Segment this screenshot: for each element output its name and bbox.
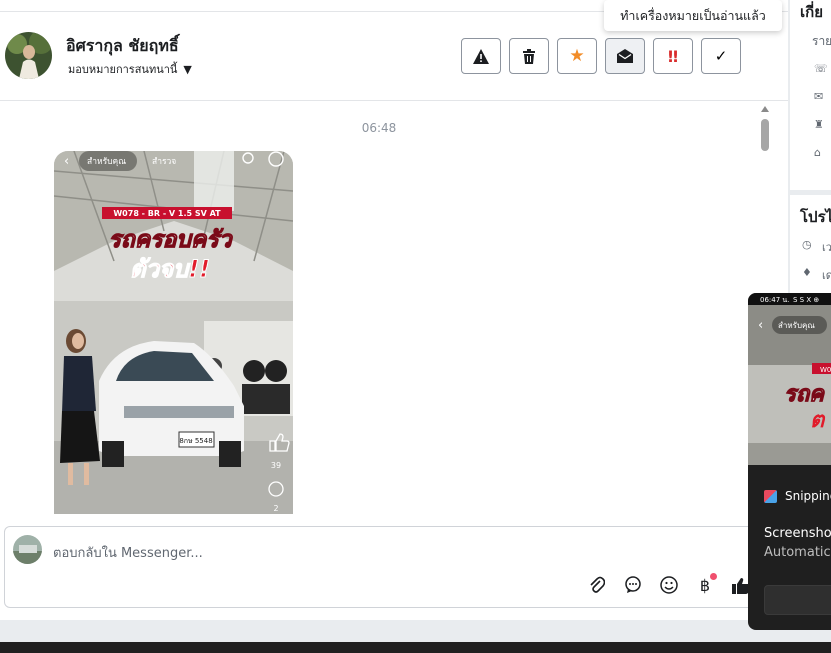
message-timestamp: 06:48	[361, 121, 397, 135]
home-icon: ⌂	[814, 146, 821, 159]
notif-status-time: 06:47 น.	[760, 296, 789, 304]
like-count: 39	[271, 461, 281, 470]
paperclip-icon[interactable]	[585, 573, 609, 597]
baht-icon[interactable]: ฿	[693, 573, 717, 597]
scroll-up-icon[interactable]	[761, 106, 769, 112]
video-tab-explore: สำรวจ	[152, 157, 176, 167]
clock-icon: ◷	[802, 238, 812, 251]
contact-info-panel: เกี่ย ราย ☏ ✉ ♜ ⌂	[790, 0, 831, 190]
video-banner: W078 - BR - V 1.5 SV AT	[113, 209, 221, 218]
notif-status-icons: S S X ⊕	[793, 296, 819, 304]
video-thumbnail[interactable]: 8กษ 5548 ‹ สำหรับคุณ สำรวจ W078 - BR - V…	[54, 151, 293, 514]
snipping-tool-icon	[764, 489, 777, 503]
profile-row-1: เว	[822, 241, 831, 254]
notif-video-tab: สำหรับคุณ	[778, 321, 815, 330]
svg-text:‹: ‹	[758, 318, 763, 333]
page-avatar	[13, 535, 42, 564]
reply-composer: ตอบกลับใน Messenger... ฿	[4, 526, 779, 608]
notif-video-text-1: รถค	[784, 382, 825, 407]
notification-dot	[710, 573, 717, 580]
conversation-header	[0, 12, 788, 101]
scroll-thumb[interactable]	[761, 119, 769, 151]
mail-icon: ✉	[814, 90, 824, 103]
notif-video-text-2: ต	[810, 408, 826, 433]
notif-video-banner: W0	[820, 366, 831, 374]
notification-title: Screenshot	[764, 526, 831, 541]
page: อิศรากุล ชัยฤทธิ์ มอบหมายการสนทนานี้ ▼ ★…	[0, 0, 831, 653]
chat-bubble-icon[interactable]	[621, 573, 645, 597]
video-tab-for-you: สำหรับคุณ	[87, 157, 126, 167]
composer-tools: ฿	[585, 573, 753, 597]
info-subheading: ราย	[812, 34, 831, 48]
notification-app: Snipping	[764, 489, 831, 503]
profile-row-2: เด	[822, 269, 831, 282]
info-heading: เกี่ย	[800, 3, 823, 21]
graduation-icon: ♦	[802, 266, 812, 279]
smiley-icon[interactable]	[657, 573, 681, 597]
notification-action-button[interactable]	[764, 585, 831, 615]
plate-text: 8กษ 5548	[179, 437, 212, 445]
phone-icon: ☏	[814, 62, 828, 75]
taskbar	[0, 642, 831, 653]
video-headline-2: ตัวจบ!!	[130, 255, 210, 283]
comment-count: 2	[273, 504, 278, 513]
cake-icon: ♜	[814, 118, 824, 131]
profile-heading: โปรไ	[800, 208, 831, 226]
profile-panel: โปรไ ◷ เว ♦ เด	[790, 195, 831, 295]
chat-panel: อิศรากุล ชัยฤทธิ์ มอบหมายการสนทนานี้ ▼ ★…	[0, 0, 788, 620]
notification-app-name: Snipping	[785, 489, 831, 503]
snipping-notification[interactable]: 06:47 น. S S X ⊕ ‹ สำหรับคุณ W0 รถค ต Sn…	[748, 293, 831, 630]
svg-text:‹: ‹	[64, 154, 69, 169]
notification-screenshot-preview: 06:47 น. S S X ⊕ ‹ สำหรับคุณ W0 รถค ต	[748, 293, 831, 465]
reply-input[interactable]: ตอบกลับใน Messenger...	[53, 542, 203, 563]
notification-body: Automatica	[764, 545, 831, 560]
video-headline-1: รถครอบครัว	[108, 227, 233, 253]
